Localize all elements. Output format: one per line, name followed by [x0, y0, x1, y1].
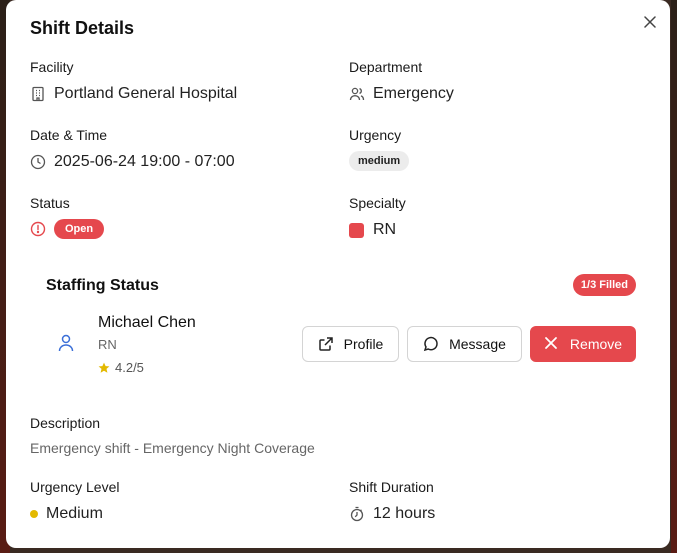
urgency-badge: medium: [349, 151, 410, 171]
urgency-level-value: Medium: [46, 505, 103, 522]
department-label: Department: [349, 59, 423, 75]
specialty-color-swatch: [349, 222, 364, 238]
users-icon: [349, 86, 365, 102]
urgency-level-label: Urgency Level: [30, 479, 120, 495]
description-label: Description: [30, 415, 101, 431]
backdrop-right: [671, 0, 677, 553]
specialty-label: Specialty: [349, 195, 406, 211]
staffing-title: Staffing Status: [46, 277, 159, 294]
alert-circle-icon: [30, 221, 46, 237]
status-label: Status: [30, 195, 70, 211]
building-icon: [30, 86, 46, 102]
clock-icon: [30, 154, 46, 170]
remove-button[interactable]: Remove: [530, 326, 636, 362]
message-circle-icon: [423, 336, 439, 352]
star-icon: [98, 362, 110, 373]
close-button[interactable]: [640, 12, 660, 32]
date-time-field: Date & Time 2025-06-24 19:00 - 07:00: [30, 127, 235, 171]
status-field: Status Open: [30, 195, 105, 239]
user-icon: [58, 334, 74, 357]
staff-role: RN: [98, 337, 117, 352]
staffing-status-section: Staffing Status 1/3 Filled Michael Chen …: [30, 262, 646, 392]
remove-button-label: Remove: [569, 336, 623, 352]
status-badge: Open: [54, 219, 105, 239]
urgency-label: Urgency: [349, 127, 402, 143]
facility-value: Portland General Hospital: [54, 85, 238, 102]
profile-button[interactable]: Profile: [302, 326, 399, 362]
shift-details-dialog: Shift Details Facility Portland General …: [6, 0, 670, 548]
message-button-label: Message: [449, 336, 506, 352]
dialog-title: Shift Details: [30, 18, 135, 38]
date-time-value: 2025-06-24 19:00 - 07:00: [54, 153, 235, 170]
department-field: Department Emergency: [349, 59, 454, 103]
external-link-icon: [318, 336, 334, 352]
date-time-label: Date & Time: [30, 127, 108, 143]
staff-name: Michael Chen: [98, 314, 196, 331]
shift-duration-field: Shift Duration 12 hours: [349, 479, 435, 523]
staff-rating-value: 4.2/5: [115, 360, 144, 375]
specialty-field: Specialty RN: [349, 195, 406, 239]
specialty-value: RN: [373, 221, 397, 238]
profile-button-label: Profile: [343, 336, 384, 352]
shift-duration-label: Shift Duration: [349, 479, 434, 495]
close-icon[interactable]: [644, 16, 656, 28]
filled-badge: 1/3 Filled: [572, 274, 636, 296]
timer-icon: [349, 506, 365, 522]
message-button[interactable]: Message: [407, 326, 522, 362]
description-text: Emergency shift - Emergency Night Covera…: [30, 440, 315, 456]
facility-label: Facility: [30, 59, 74, 75]
urgency-level-dot: [30, 510, 38, 518]
shift-duration-value: 12 hours: [373, 505, 436, 522]
department-value: Emergency: [373, 85, 454, 102]
x-icon: [544, 336, 560, 352]
urgency-level-field: Urgency Level Medium: [30, 479, 120, 523]
facility-field: Facility Portland General Hospital: [30, 59, 237, 103]
staff-rating: 4.2/5: [98, 360, 144, 375]
urgency-field: Urgency medium: [349, 127, 410, 171]
